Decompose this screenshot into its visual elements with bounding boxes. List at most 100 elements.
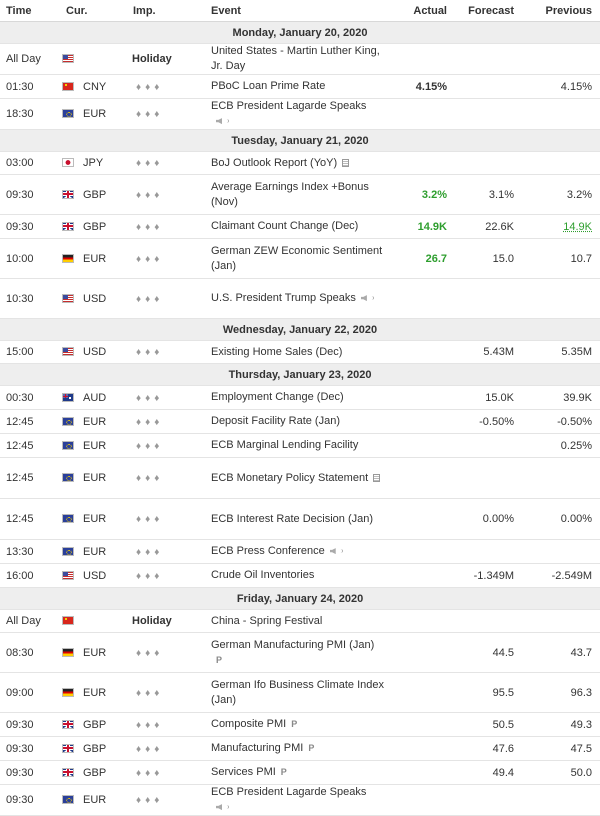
event-name-cell[interactable]: Crude Oil Inventories	[205, 563, 385, 588]
event-name[interactable]: ECB President Lagarde Speaks	[211, 786, 366, 798]
event-name[interactable]: ECB Press Conference	[211, 545, 325, 557]
event-name[interactable]: ECB President Lagarde Speaks	[211, 100, 366, 112]
event-name[interactable]: China - Spring Festival	[211, 615, 322, 627]
event-row[interactable]: 09:30 GBP ♦♦♦ Claimant Count Change (Dec) 14…	[0, 214, 600, 239]
event-row[interactable]: 12:45 EUR ♦♦♦ ECB Interest Rate Decision (J…	[0, 498, 600, 540]
event-name-cell[interactable]: PBoC Loan Prime Rate	[205, 74, 385, 99]
event-name[interactable]: Composite PMI	[211, 718, 286, 730]
speaker-icon[interactable]	[329, 547, 344, 555]
header-previous[interactable]: Previous	[522, 0, 600, 22]
event-name-cell[interactable]: ECB Press Conference	[205, 539, 385, 564]
event-importance-cell: ♦♦♦	[127, 563, 205, 588]
event-name[interactable]: Deposit Facility Rate (Jan)	[211, 415, 340, 427]
event-currency-cell: JPY	[60, 151, 127, 175]
document-icon[interactable]	[373, 473, 381, 482]
event-name[interactable]: Manufacturing PMI	[211, 742, 303, 754]
preliminary-icon[interactable]: P	[281, 765, 287, 780]
preliminary-icon[interactable]: P	[308, 741, 314, 756]
preliminary-icon[interactable]: P	[291, 717, 297, 732]
event-name[interactable]: German Manufacturing PMI (Jan)	[211, 639, 374, 651]
event-name-cell[interactable]: Deposit Facility Rate (Jan)	[205, 409, 385, 434]
event-row[interactable]: 18:30 EUR ♦♦♦ ECB President Lagarde Speaks	[0, 98, 600, 130]
event-name-cell[interactable]: China - Spring Festival	[205, 609, 385, 633]
event-currency-cell: EUR	[60, 672, 127, 713]
event-row[interactable]: 12:45 EUR ♦♦♦ ECB Monetary Policy Statement	[0, 457, 600, 499]
event-name-cell[interactable]: U.S. President Trump Speaks	[205, 278, 385, 319]
day-label: Friday, January 24, 2020	[0, 587, 600, 610]
event-row[interactable]: 09:30 GBP ♦♦♦ Services PMI P 49.4 50.0	[0, 760, 600, 785]
event-name[interactable]: United States - Martin Luther King, Jr. …	[211, 45, 380, 72]
event-name[interactable]: ECB Interest Rate Decision (Jan)	[211, 513, 373, 525]
event-row[interactable]: 00:30 AUD ♦♦♦ Employment Change (Dec) 15.0K 3…	[0, 385, 600, 410]
event-name[interactable]: Average Earnings Index +Bonus (Nov)	[211, 181, 369, 208]
event-row[interactable]: 10:30 USD ♦♦♦ U.S. President Trump Speaks	[0, 278, 600, 319]
event-name-cell[interactable]: German ZEW Economic Sentiment (Jan)	[205, 238, 385, 279]
flag-us-icon	[62, 54, 74, 63]
event-name-cell[interactable]: Employment Change (Dec)	[205, 385, 385, 410]
event-actual: 4.15%	[385, 74, 455, 99]
event-row[interactable]: All Day Holiday China - Spring Festival	[0, 609, 600, 633]
header-forecast[interactable]: Forecast	[455, 0, 522, 22]
event-name-cell[interactable]: Average Earnings Index +Bonus (Nov)	[205, 174, 385, 215]
event-row[interactable]: 09:30 GBP ♦♦♦ Composite PMI P 50.5 49.3	[0, 712, 600, 737]
event-name[interactable]: PBoC Loan Prime Rate	[211, 80, 325, 92]
event-name-cell[interactable]: Manufacturing PMI P	[205, 736, 385, 761]
event-name-cell[interactable]: Services PMI P	[205, 760, 385, 785]
event-name-cell[interactable]: ECB Interest Rate Decision (Jan)	[205, 498, 385, 540]
flag-us-icon	[62, 347, 74, 356]
event-previous: 3.2%	[522, 174, 600, 215]
event-name-cell[interactable]: United States - Martin Luther King, Jr. …	[205, 43, 385, 75]
event-name[interactable]: ECB Marginal Lending Facility	[211, 439, 358, 451]
event-currency-cell	[60, 43, 127, 75]
event-name[interactable]: Claimant Count Change (Dec)	[211, 220, 358, 232]
preliminary-icon[interactable]: P	[216, 653, 222, 668]
event-name[interactable]: Services PMI	[211, 766, 276, 778]
event-name-cell[interactable]: BoJ Outlook Report (YoY)	[205, 151, 385, 175]
event-name-cell[interactable]: ECB Monetary Policy Statement	[205, 457, 385, 499]
event-name[interactable]: Crude Oil Inventories	[211, 569, 314, 581]
event-importance-cell: ♦♦♦	[127, 385, 205, 410]
speaker-icon[interactable]	[215, 803, 230, 811]
event-name-cell[interactable]: Claimant Count Change (Dec)	[205, 214, 385, 239]
event-name[interactable]: ECB Monetary Policy Statement	[211, 472, 368, 484]
header-actual[interactable]: Actual	[385, 0, 455, 22]
event-name-cell[interactable]: ECB President Lagarde Speaks	[205, 784, 385, 816]
event-row[interactable]: 12:45 EUR ♦♦♦ Deposit Facility Rate (Jan) -0…	[0, 409, 600, 434]
header-time[interactable]: Time	[0, 0, 60, 22]
event-row[interactable]: 15:00 USD ♦♦♦ Existing Home Sales (Dec) 5.43…	[0, 340, 600, 364]
event-row[interactable]: 12:45 EUR ♦♦♦ ECB Marginal Lending Facility…	[0, 433, 600, 458]
event-row[interactable]: 01:30 CNY ♦♦♦ PBoC Loan Prime Rate 4.15% 4.15…	[0, 74, 600, 99]
event-name[interactable]: Employment Change (Dec)	[211, 391, 344, 403]
header-currency[interactable]: Cur.	[60, 0, 127, 22]
event-time: 18:30	[0, 98, 60, 130]
event-name-cell[interactable]: Existing Home Sales (Dec)	[205, 340, 385, 364]
header-importance[interactable]: Imp.	[127, 0, 205, 22]
event-row[interactable]: All Day Holiday United States - Martin Lut…	[0, 43, 600, 75]
event-row[interactable]: 09:30 GBP ♦♦♦ Average Earnings Index +Bonus…	[0, 174, 600, 215]
event-row[interactable]: 08:30 EUR ♦♦♦ German Manufacturing PMI (Jan…	[0, 632, 600, 673]
speaker-icon[interactable]	[360, 294, 375, 302]
event-row[interactable]: 09:30 EUR ♦♦♦ ECB President Lagarde Speaks	[0, 784, 600, 816]
event-name[interactable]: German Ifo Business Climate Index (Jan)	[211, 679, 384, 706]
event-name[interactable]: U.S. President Trump Speaks	[211, 292, 356, 304]
event-name[interactable]: BoJ Outlook Report (YoY)	[211, 157, 337, 169]
event-name[interactable]: Existing Home Sales (Dec)	[211, 346, 342, 358]
document-icon[interactable]	[342, 158, 350, 167]
event-importance-cell: ♦♦♦	[127, 238, 205, 279]
event-previous: 14.9K	[522, 214, 600, 239]
speaker-icon[interactable]	[215, 117, 230, 125]
event-name-cell[interactable]: German Ifo Business Climate Index (Jan)	[205, 672, 385, 713]
event-time: 09:30	[0, 736, 60, 761]
event-name-cell[interactable]: ECB Marginal Lending Facility	[205, 433, 385, 458]
event-row[interactable]: 09:30 GBP ♦♦♦ Manufacturing PMI P 47.6 47.5	[0, 736, 600, 761]
event-row[interactable]: 03:00 JPY ♦♦♦ BoJ Outlook Report (YoY)	[0, 151, 600, 175]
event-name[interactable]: German ZEW Economic Sentiment (Jan)	[211, 245, 382, 272]
event-row[interactable]: 10:00 EUR ♦♦♦ German ZEW Economic Sentiment…	[0, 238, 600, 279]
event-name-cell[interactable]: German Manufacturing PMI (Jan) P	[205, 632, 385, 673]
event-name-cell[interactable]: Composite PMI P	[205, 712, 385, 737]
event-row[interactable]: 16:00 USD ♦♦♦ Crude Oil Inventories -1.349M -…	[0, 563, 600, 588]
event-name-cell[interactable]: ECB President Lagarde Speaks	[205, 98, 385, 130]
header-event[interactable]: Event	[205, 0, 385, 22]
event-row[interactable]: 13:30 EUR ♦♦♦ ECB Press Conference	[0, 539, 600, 564]
event-row[interactable]: 09:00 EUR ♦♦♦ German Ifo Business Climate I…	[0, 672, 600, 713]
